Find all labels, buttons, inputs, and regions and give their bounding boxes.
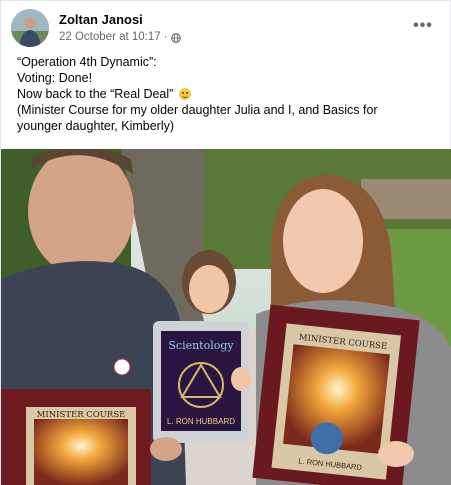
- book-left: MINISTER COURSE: [1, 389, 151, 485]
- post-header: Zoltan Janosi 22 October at 10:17 · •••: [11, 8, 441, 48]
- post-photo[interactable]: Scientology L. RON HUBBARD MINISTER COUR…: [1, 149, 451, 485]
- post-text: “Operation 4th Dynamic”: Voting: Done! N…: [17, 54, 442, 134]
- hand-left: [150, 437, 182, 461]
- post-text-line: younger daughter, Kimberly): [17, 119, 175, 133]
- post-text-line: (Minister Course for my older daughter J…: [17, 103, 378, 117]
- photo-illustration: Scientology L. RON HUBBARD MINISTER COUR…: [1, 149, 451, 485]
- book-middle-title: Scientology: [168, 339, 234, 352]
- post-text-line: “Operation 4th Dynamic”:: [17, 55, 157, 69]
- post-timestamp[interactable]: 22 October at 10:17: [59, 29, 161, 45]
- separator-dot: ·: [163, 31, 168, 43]
- book-left-title: MINISTER COURSE: [37, 410, 126, 420]
- hand-center: [231, 367, 251, 391]
- facebook-post: Zoltan Janosi 22 October at 10:17 · ••• …: [0, 0, 451, 485]
- hand-right: [378, 441, 414, 467]
- post-subline: 22 October at 10:17 ·: [59, 29, 181, 45]
- globe-icon: [170, 32, 181, 43]
- post-text-line: Now back to the “Real Deal”: [17, 86, 442, 102]
- post-meta: Zoltan Janosi 22 October at 10:17 ·: [59, 11, 181, 45]
- slightly-smiling-face-icon: [178, 88, 191, 100]
- post-text-line: Voting: Done!: [17, 71, 93, 85]
- avatar[interactable]: [11, 9, 49, 47]
- post-text-fragment: Now back to the “Real Deal”: [17, 87, 174, 101]
- more-options-icon[interactable]: •••: [409, 14, 437, 38]
- book-middle-author: L. RON HUBBARD: [167, 417, 235, 426]
- author-name[interactable]: Zoltan Janosi: [59, 11, 181, 28]
